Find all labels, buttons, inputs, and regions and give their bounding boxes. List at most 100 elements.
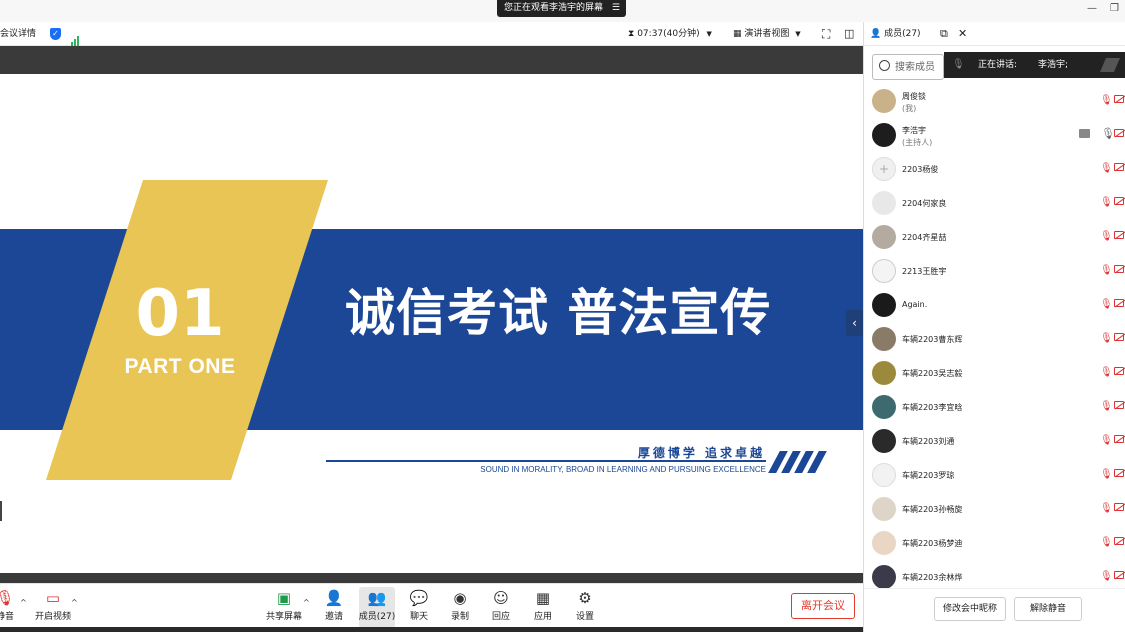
signal-icon[interactable] — [71, 22, 80, 46]
member-row[interactable]: 2213王胜宇 🎙 — [864, 254, 1125, 288]
record-label: 录制 — [450, 612, 469, 622]
avatar — [872, 123, 896, 147]
share-banner[interactable]: 您正在观看李浩宇的屏幕 ☰ — [497, 0, 626, 17]
minimize-icon[interactable]: — — [1087, 3, 1097, 15]
video-off-icon[interactable] — [1114, 231, 1124, 239]
video-off-icon[interactable] — [1114, 265, 1124, 273]
chat-button[interactable]: 💬 聊天 — [396, 587, 442, 622]
member-search[interactable] — [872, 54, 944, 80]
mic-off-icon[interactable]: 🎙 — [1100, 231, 1113, 242]
mic-off-icon[interactable]: 🎙 — [1100, 197, 1113, 208]
member-row[interactable]: 车辆2203吴志毅 🎙 — [864, 356, 1125, 390]
mic-off-icon[interactable]: 🎙 — [1100, 401, 1113, 412]
sidebar-icon[interactable]: ◫ — [844, 22, 854, 46]
video-off-icon[interactable] — [1114, 129, 1124, 137]
mic-off-icon[interactable]: 🎙 — [1100, 265, 1113, 276]
share-options-caret[interactable]: ^ — [303, 598, 310, 607]
member-row[interactable]: 车辆2203罗琼 🎙 — [864, 458, 1125, 492]
member-list: 周俊锬 (我) 🎙 李浩宇 (主持人) 🎙 + 2203杨俊 🎙 2204何家良… — [864, 84, 1125, 588]
fullscreen-icon[interactable]: ⛶ — [822, 22, 830, 46]
members-panel-title: 👤 成员(27) — [870, 22, 921, 46]
record-icon: ◉ — [453, 589, 467, 607]
member-name: Again. — [902, 300, 928, 309]
chevron-left-icon: ‹ — [852, 316, 857, 330]
invite-button[interactable]: 👤 邀请 — [311, 587, 357, 622]
maximize-icon[interactable]: ❐ — [1110, 3, 1119, 15]
video-off-icon[interactable] — [1114, 469, 1124, 477]
video-off-icon[interactable] — [1114, 333, 1124, 341]
video-off-icon[interactable] — [1114, 197, 1124, 205]
mic-off-icon[interactable]: 🎙 — [1100, 435, 1113, 446]
member-row[interactable]: Again. 🎙 — [864, 288, 1125, 322]
member-name: 车辆2203余林烨 — [902, 573, 963, 582]
mic-off-icon[interactable]: 🎙 — [1100, 367, 1113, 378]
view-mode-button[interactable]: ▦ 演讲者视图 ▼ — [733, 22, 801, 46]
mic-off-icon[interactable]: 🎙 — [1100, 95, 1113, 106]
mic-icon: 🎙 — [952, 59, 965, 70]
timer-button[interactable]: ⧗ 07:37(40分钟) ▼ — [628, 22, 712, 46]
record-button[interactable]: ◉ 录制 — [437, 587, 483, 622]
video-off-icon[interactable] — [1114, 537, 1124, 545]
menu-icon[interactable]: ☰ — [612, 0, 620, 17]
speaking-indicator: 🎙 正在讲话: 李浩宇; — [944, 52, 1125, 78]
member-role: (主持人) — [902, 138, 933, 147]
video-off-icon[interactable] — [1114, 163, 1124, 171]
video-off-icon[interactable] — [1114, 299, 1124, 307]
member-row[interactable]: 车辆2203孙畅旋 🎙 — [864, 492, 1125, 526]
mute-options-caret[interactable]: ^ — [20, 598, 27, 607]
mic-off-icon[interactable]: 🎙 — [1100, 333, 1113, 344]
member-row[interactable]: 车辆2203刘通 🎙 — [864, 424, 1125, 458]
members-button[interactable]: 👥 成员(27) — [354, 587, 400, 622]
mic-off-icon[interactable]: 🎙 — [1100, 163, 1113, 174]
video-off-icon[interactable] — [1114, 367, 1124, 375]
mic-off-icon[interactable]: 🎙 — [1100, 469, 1113, 480]
close-icon[interactable]: ✕ — [958, 22, 967, 46]
avatar — [872, 361, 896, 385]
video-label: 开启视频 — [34, 612, 71, 622]
members-panel-title-text: 成员(27) — [884, 29, 921, 39]
video-off-icon[interactable] — [1114, 401, 1124, 409]
video-off-icon[interactable] — [1114, 503, 1124, 511]
member-name: 2213王胜宇 — [902, 267, 947, 276]
meeting-info-button[interactable]: 会议详情 — [0, 22, 36, 46]
share-screen-icon: ▣ — [276, 589, 292, 607]
share-screen-button[interactable]: ▣ 共享屏幕 — [261, 587, 307, 622]
avatar — [872, 429, 896, 453]
avatar — [872, 293, 896, 317]
settings-button[interactable]: ⚙ 设置 — [562, 587, 608, 622]
member-row[interactable]: 2204齐星喆 🎙 — [864, 220, 1125, 254]
mic-off-icon[interactable]: 🎙 — [1100, 299, 1113, 310]
member-name: 车辆2203吴志毅 — [902, 369, 963, 378]
edge-handle[interactable] — [0, 501, 2, 521]
member-row[interactable]: 车辆2203余林烨 🎙 — [864, 560, 1125, 588]
member-search-input[interactable] — [895, 58, 943, 76]
member-row[interactable]: + 2203杨俊 🎙 — [864, 152, 1125, 186]
shield-icon[interactable]: ✓ — [50, 22, 61, 46]
unmute-all-button[interactable]: 解除静音 — [1014, 597, 1082, 621]
video-off-icon[interactable] — [1114, 571, 1124, 579]
person-icon: 👤 — [870, 29, 882, 39]
popout-icon[interactable]: ⧉ — [940, 22, 948, 46]
rename-button[interactable]: 修改会中昵称 — [934, 597, 1006, 621]
member-row[interactable]: 李浩宇 (主持人) 🎙 — [864, 118, 1125, 152]
mic-off-icon[interactable]: 🎙 — [1100, 503, 1113, 514]
member-row[interactable]: 周俊锬 (我) 🎙 — [864, 84, 1125, 118]
mute-label: 静音 — [0, 612, 14, 622]
mic-icon[interactable]: 🎙 — [1101, 127, 1115, 140]
invite-label: 邀请 — [324, 612, 343, 622]
mic-off-icon[interactable]: 🎙 — [1100, 571, 1113, 582]
video-button[interactable]: ▭ 开启视频 — [30, 587, 76, 622]
member-row[interactable]: 2204何家良 🎙 — [864, 186, 1125, 220]
reply-label: 回应 — [491, 612, 510, 622]
member-row[interactable]: 车辆2203李宜晗 🎙 — [864, 390, 1125, 424]
reply-button[interactable]: ☺ 回应 — [478, 587, 524, 622]
video-options-caret[interactable]: ^ — [71, 598, 78, 607]
video-off-icon[interactable] — [1114, 435, 1124, 443]
member-row[interactable]: 车辆2203曹东辉 🎙 — [864, 322, 1125, 356]
apps-button[interactable]: ▦ 应用 — [520, 587, 566, 622]
mic-off-icon[interactable]: 🎙 — [1100, 537, 1113, 548]
video-off-icon[interactable] — [1114, 95, 1124, 103]
leave-meeting-button[interactable]: 离开会议 — [791, 593, 855, 619]
collapse-panel-button[interactable]: ‹ — [846, 310, 863, 336]
member-row[interactable]: 车辆2203杨梦迪 🎙 — [864, 526, 1125, 560]
